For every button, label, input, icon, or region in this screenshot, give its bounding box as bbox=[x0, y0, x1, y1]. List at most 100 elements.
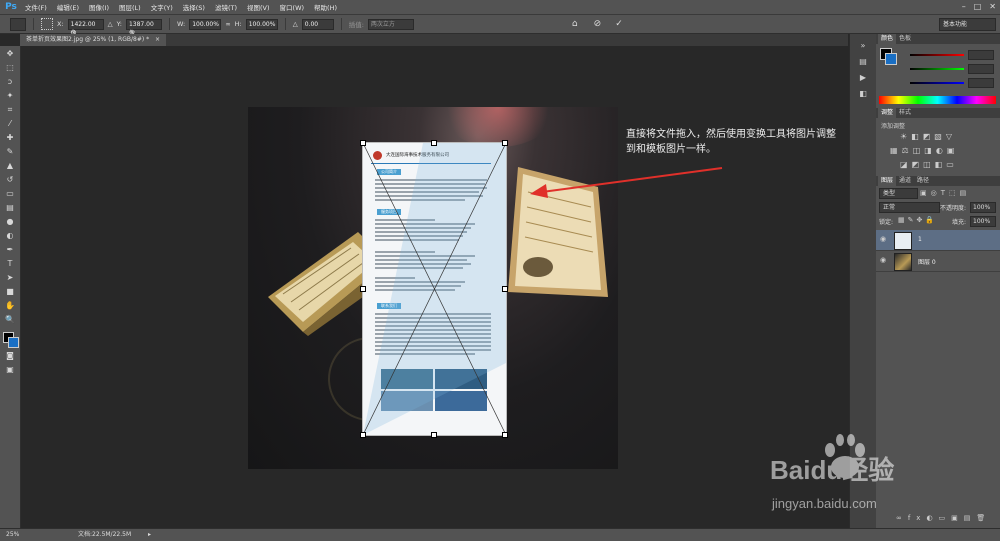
transform-handle[interactable] bbox=[431, 140, 437, 146]
hand-tool-icon[interactable]: ✋ bbox=[4, 300, 16, 312]
brush-tool-icon[interactable]: ✎ bbox=[4, 146, 16, 158]
screen-mode-icon[interactable]: ▣ bbox=[4, 364, 16, 376]
blur-tool-icon[interactable]: ● bbox=[4, 216, 16, 228]
magic-wand-tool-icon[interactable]: ✦ bbox=[4, 90, 16, 102]
tab-close-icon[interactable]: × bbox=[155, 36, 160, 43]
opacity-field[interactable]: 100% bbox=[970, 202, 996, 213]
tab-swatches[interactable]: 色板 bbox=[896, 34, 914, 44]
document-tab[interactable]: 茶单折页效果图2.jpg @ 25% (1, RGB/8#) * × bbox=[20, 34, 167, 46]
commit-transform-icon[interactable]: ✓ bbox=[615, 19, 623, 29]
red-value[interactable] bbox=[968, 50, 994, 60]
blend-mode-select[interactable]: 正常 bbox=[879, 202, 940, 213]
transform-handle[interactable] bbox=[360, 140, 366, 146]
zoom-tool-icon[interactable]: 🔍 bbox=[4, 314, 16, 326]
h-field[interactable]: 100.00% bbox=[245, 18, 278, 30]
menu-filter[interactable]: 滤镜(T) bbox=[210, 2, 242, 12]
layer-row[interactable]: ◉ 1 bbox=[876, 230, 1000, 251]
rectangle-tool-icon[interactable]: ■ bbox=[4, 286, 16, 298]
marquee-tool-icon[interactable]: ⬚ bbox=[4, 62, 16, 74]
background-color-swatch[interactable] bbox=[8, 337, 19, 348]
zoom-level[interactable]: 25% bbox=[6, 529, 19, 541]
type-tool-icon[interactable]: T bbox=[4, 258, 16, 270]
cancel-transform-icon[interactable]: ⊘ bbox=[594, 19, 602, 29]
transform-handle[interactable] bbox=[431, 432, 437, 438]
path-selection-tool-icon[interactable]: ➤ bbox=[4, 272, 16, 284]
menu-select[interactable]: 选择(S) bbox=[178, 2, 210, 12]
link-icon[interactable]: △ bbox=[108, 20, 113, 28]
status-menu-icon[interactable]: ▸ bbox=[148, 529, 151, 541]
lock-icons[interactable]: ▦✎✥🔒 bbox=[898, 216, 937, 224]
menu-image[interactable]: 图像(I) bbox=[84, 2, 114, 12]
layer-row[interactable]: ◉ 图层 0 bbox=[876, 251, 1000, 272]
angle-field[interactable]: 0.00 bbox=[301, 18, 334, 30]
menu-type[interactable]: 文字(Y) bbox=[146, 2, 178, 12]
reference-point-icon[interactable] bbox=[41, 18, 53, 30]
eyedropper-tool-icon[interactable]: ⁄ bbox=[4, 118, 16, 130]
maximize-icon[interactable]: □ bbox=[974, 2, 982, 11]
quick-mask-icon[interactable]: ◙ bbox=[4, 350, 16, 362]
color-spectrum[interactable] bbox=[879, 96, 996, 104]
menu-view[interactable]: 视图(V) bbox=[242, 2, 275, 12]
menu-window[interactable]: 窗口(W) bbox=[275, 2, 310, 12]
layer-kind-filter[interactable]: 类型 bbox=[879, 188, 918, 199]
opacity-label: 不透明度: bbox=[940, 205, 967, 212]
history-panel-icon[interactable]: ▤ bbox=[857, 56, 869, 68]
layer-filter-icons[interactable]: ▣◎T⬚▤ bbox=[920, 189, 994, 197]
transform-handle[interactable] bbox=[502, 140, 508, 146]
properties-panel-icon[interactable]: ◧ bbox=[857, 88, 869, 100]
fill-field[interactable]: 100% bbox=[970, 216, 996, 227]
tab-styles[interactable]: 样式 bbox=[896, 108, 914, 118]
minimize-icon[interactable]: – bbox=[962, 2, 966, 11]
menu-file[interactable]: 文件(F) bbox=[20, 2, 52, 12]
tab-adjustments[interactable]: 调整 bbox=[878, 108, 897, 118]
layer-thumbnail bbox=[894, 232, 912, 250]
eraser-tool-icon[interactable]: ▭ bbox=[4, 188, 16, 200]
tool-preset-icon[interactable] bbox=[10, 17, 26, 31]
move-tool-icon[interactable]: ✥ bbox=[4, 48, 16, 60]
transform-handle[interactable] bbox=[502, 286, 508, 292]
tab-color[interactable]: 颜色 bbox=[878, 34, 897, 44]
adjust-icons-row-2[interactable]: ▦⚖◫◨◐▣ bbox=[890, 146, 994, 156]
pen-tool-icon[interactable]: ✒ bbox=[4, 244, 16, 256]
clone-stamp-tool-icon[interactable]: ▲ bbox=[4, 160, 16, 172]
document-tab-bar: 茶单折页效果图2.jpg @ 25% (1, RGB/8#) * × bbox=[20, 34, 848, 46]
x-field[interactable]: 1422.00 像 bbox=[67, 18, 104, 37]
transform-handle[interactable] bbox=[360, 286, 366, 292]
tab-channels[interactable]: 通道 bbox=[896, 176, 914, 186]
tab-layers[interactable]: 图层 bbox=[878, 176, 897, 186]
close-icon[interactable]: ✕ bbox=[989, 2, 996, 11]
adjust-icons-row-3[interactable]: ◪◩◫◧▭ bbox=[900, 160, 992, 170]
menu-edit[interactable]: 编辑(E) bbox=[52, 2, 84, 12]
collapse-icon[interactable]: » bbox=[857, 40, 869, 52]
layer-name: 1 bbox=[918, 236, 922, 243]
healing-brush-tool-icon[interactable]: ✚ bbox=[4, 132, 16, 144]
transform-handle[interactable] bbox=[502, 432, 508, 438]
blue-slider[interactable] bbox=[910, 82, 964, 84]
x-label: X: bbox=[57, 20, 64, 28]
green-value[interactable] bbox=[968, 64, 994, 74]
crop-tool-icon[interactable]: ⌗ bbox=[4, 104, 16, 116]
adjust-icons-row-1[interactable]: ☀◧◩▧▽ bbox=[900, 132, 992, 142]
y-field[interactable]: 1387.00 像 bbox=[125, 18, 162, 37]
red-slider[interactable] bbox=[910, 54, 964, 56]
history-brush-tool-icon[interactable]: ↺ bbox=[4, 174, 16, 186]
workspace-select[interactable]: 基本功能 bbox=[939, 18, 996, 31]
eye-icon[interactable]: ◉ bbox=[880, 235, 888, 243]
green-slider[interactable] bbox=[910, 68, 964, 70]
bg-swatch[interactable] bbox=[885, 53, 897, 65]
play-actions-icon[interactable]: ▶ bbox=[857, 72, 869, 84]
lasso-tool-icon[interactable]: ↄ bbox=[4, 76, 16, 88]
menu-help[interactable]: 帮助(H) bbox=[309, 2, 342, 12]
placed-layer-image[interactable]: 大连国际海事技术服务有限公司 公司简介 服务项目 联系我们 bbox=[362, 142, 507, 436]
warp-mode-icon[interactable]: ⌂ bbox=[572, 19, 578, 29]
blue-value[interactable] bbox=[968, 78, 994, 88]
dodge-tool-icon[interactable]: ◐ bbox=[4, 230, 16, 242]
tab-paths[interactable]: 路径 bbox=[914, 176, 932, 186]
eye-icon[interactable]: ◉ bbox=[880, 256, 888, 264]
gradient-tool-icon[interactable]: ▤ bbox=[4, 202, 16, 214]
interp-select[interactable]: 两次立方 bbox=[367, 18, 414, 30]
menu-layer[interactable]: 图层(L) bbox=[114, 2, 146, 12]
chain-icon[interactable]: ∞ bbox=[225, 20, 230, 28]
transform-handle[interactable] bbox=[360, 432, 366, 438]
w-field[interactable]: 100.00% bbox=[189, 18, 222, 30]
